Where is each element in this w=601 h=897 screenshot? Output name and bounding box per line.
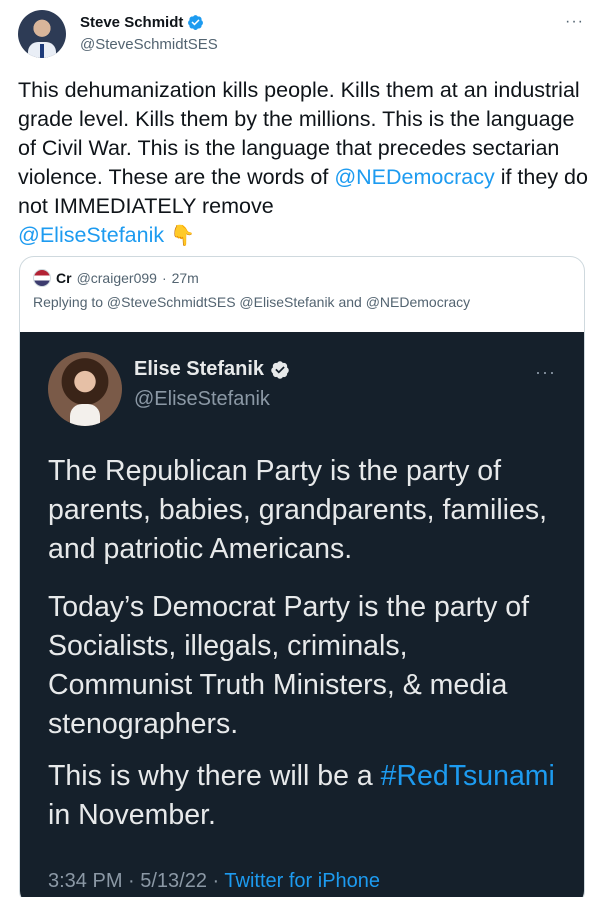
tweet-text: This dehumanization kills people. Kills … <box>18 76 588 251</box>
verified-badge-icon <box>188 15 204 30</box>
author-name-block: Steve Schmidt @SteveSchmidtSES <box>80 14 218 53</box>
embedded-timestamp: 3:34 PM · 5/13/22 · <box>48 870 225 892</box>
image-content: Elise Stefanik @EliseStefanik ··· The Re… <box>20 332 584 897</box>
tweet-screenshot-image[interactable]: Elise Stefanik @EliseStefanik ··· The Re… <box>20 332 584 897</box>
more-options-icon[interactable]: ··· <box>565 14 587 30</box>
tweet-header: Steve Schmidt @SteveSchmidtSES ··· <box>18 10 593 60</box>
quoted-tweet-header: Cr @craiger099 · 27m <box>33 269 199 287</box>
author-avatar[interactable] <box>18 10 66 58</box>
pointing-down-emoji: 👇 <box>170 225 196 247</box>
embedded-verified-badge-icon <box>271 360 289 379</box>
embedded-paragraph-3-text: in November. <box>48 799 216 831</box>
author-display-name[interactable]: Steve Schmidt <box>80 14 204 31</box>
hashtag-redtsunami: #RedTsunami <box>380 760 555 792</box>
author-name-text[interactable]: Steve Schmidt <box>80 14 183 31</box>
quoted-author-avatar[interactable] <box>33 269 51 287</box>
embedded-author-handle: @EliseStefanik <box>134 388 270 410</box>
replying-to-line: Replying to @SteveSchmidtSES @EliseStefa… <box>33 294 471 310</box>
quoted-author-handle[interactable]: @craiger099 <box>77 270 157 286</box>
embedded-author-name-text: Elise Stefanik <box>134 358 265 380</box>
mention-link-nedemocracy[interactable]: @NEDemocracy <box>334 165 494 189</box>
embedded-paragraph-3: This is why there will be a #RedTsunami … <box>48 757 558 835</box>
quoted-tweet[interactable]: Cr @craiger099 · 27m Replying to @SteveS… <box>19 256 585 897</box>
embedded-meta-line: 3:34 PM · 5/13/22 · Twitter for iPhone <box>48 870 380 893</box>
author-handle[interactable]: @SteveSchmidtSES <box>80 36 218 53</box>
quoted-timestamp[interactable]: 27m <box>172 270 199 286</box>
embedded-source: Twitter for iPhone <box>224 870 381 892</box>
quoted-author-name[interactable]: Cr <box>56 270 72 286</box>
embedded-more-icon: ··· <box>535 362 556 382</box>
embedded-author-avatar <box>48 352 122 426</box>
embedded-paragraph-3-text: This is why there will be a <box>48 760 381 792</box>
embedded-paragraph-1: The Republican Party is the party of par… <box>48 455 548 565</box>
dot-separator: · <box>161 270 167 286</box>
embedded-author-name: Elise Stefanik <box>134 358 290 381</box>
embedded-paragraph-2: Today’s Democrat Party is the party of S… <box>48 591 530 740</box>
mention-link-elisestefanik[interactable]: @EliseStefanik <box>18 223 164 247</box>
